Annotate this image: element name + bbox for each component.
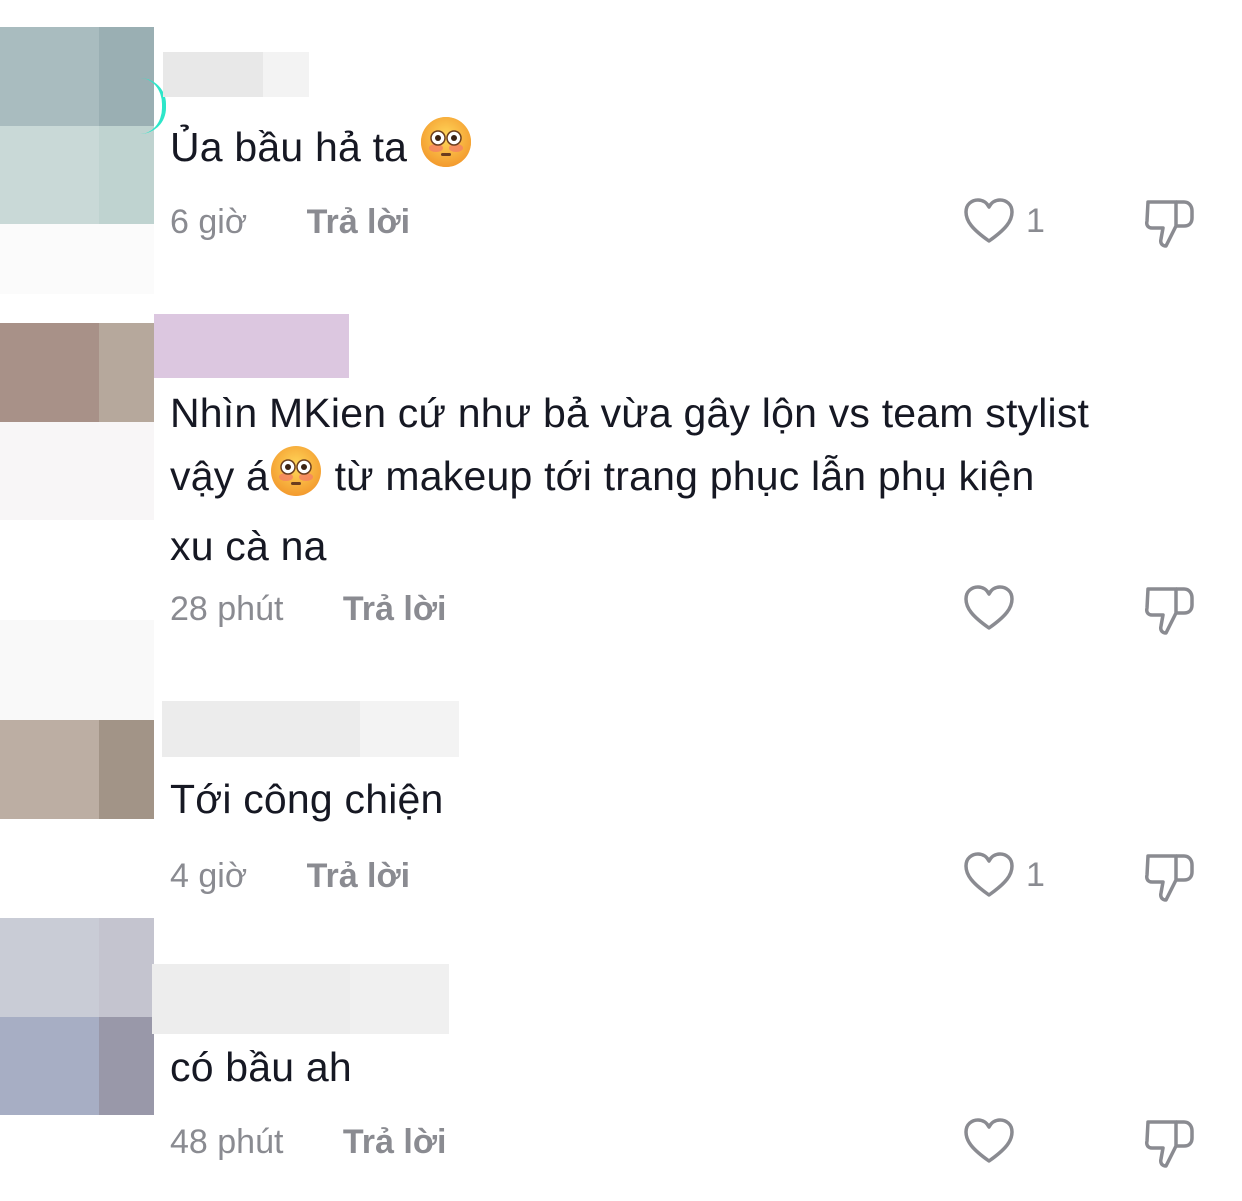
flushed-face-emoji xyxy=(419,115,473,186)
comment-item: Nhìn MKien cứ như bả vừa gây lộn vs team… xyxy=(0,300,1242,635)
comment-item: Tới công chiện 4 giờ Trả lời 1 xyxy=(0,620,1242,920)
flushed-face-emoji xyxy=(269,444,323,515)
like-count: 1 xyxy=(1026,201,1045,240)
comment-item: có bầu ah 48 phút Trả lời xyxy=(0,918,1242,1201)
comment-meta: 48 phút Trả lời xyxy=(170,1123,446,1162)
comment-time: 4 giờ xyxy=(170,857,248,895)
like-button[interactable] xyxy=(962,1116,1026,1166)
comment-item: Ủa bầu hả ta 6 giờ Trả lời 1 xyxy=(0,0,1242,300)
reply-button[interactable]: Trả lời xyxy=(343,1123,447,1162)
comment-time: 6 giờ xyxy=(170,203,248,241)
comment-time: 48 phút xyxy=(170,1123,284,1161)
reply-button[interactable]: Trả lời xyxy=(307,203,411,242)
dislike-button[interactable] xyxy=(1140,1114,1198,1177)
comment-text: Tới công chiện xyxy=(170,776,444,822)
reply-button[interactable]: Trả lời xyxy=(307,857,411,896)
dislike-button[interactable] xyxy=(1140,194,1198,257)
like-button[interactable]: 1 xyxy=(962,196,1045,246)
thumbs-down-icon xyxy=(1145,854,1194,902)
comment-text: Nhìn MKien cứ như bả vừa gây lộn vs team… xyxy=(170,390,1090,569)
thumbs-down-icon xyxy=(1145,200,1194,248)
heart-icon xyxy=(964,1118,1014,1163)
heart-icon xyxy=(964,852,1014,897)
comment-text: có bầu ah xyxy=(170,1044,352,1090)
comment-meta: 4 giờ Trả lời xyxy=(170,857,410,896)
comment-meta: 6 giờ Trả lời xyxy=(170,203,410,242)
comment-text: Ủa bầu hả ta xyxy=(170,115,1220,186)
like-button[interactable]: 1 xyxy=(962,850,1045,900)
thumbs-down-icon xyxy=(1145,1120,1194,1168)
like-count: 1 xyxy=(1026,855,1045,894)
dislike-button[interactable] xyxy=(1140,848,1198,911)
heart-icon xyxy=(964,198,1014,243)
